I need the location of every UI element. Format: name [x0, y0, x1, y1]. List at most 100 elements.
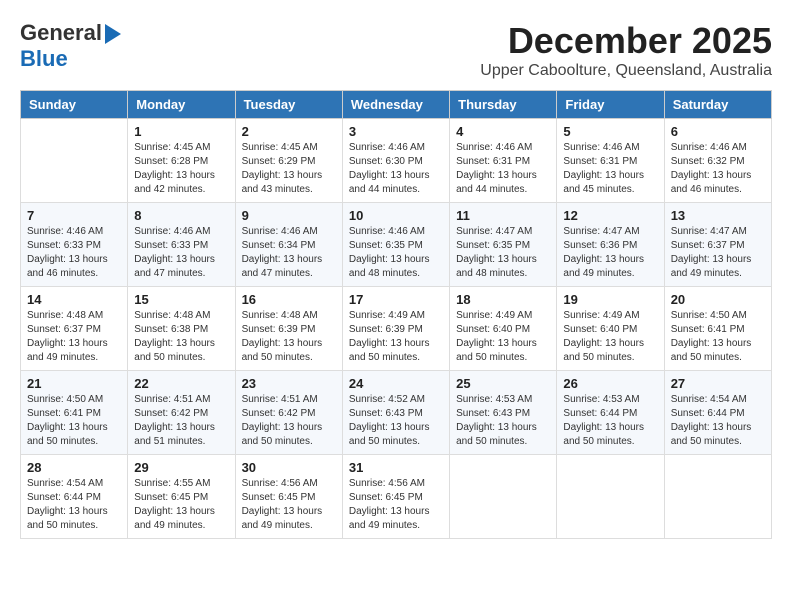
day-number: 5 [563, 124, 657, 139]
day-number: 11 [456, 208, 550, 223]
day-info: Sunrise: 4:45 AM Sunset: 6:28 PM Dayligh… [134, 141, 228, 197]
day-info: Sunrise: 4:49 AM Sunset: 6:39 PM Dayligh… [349, 309, 443, 365]
calendar-day-cell: 28Sunrise: 4:54 AM Sunset: 6:44 PM Dayli… [21, 455, 128, 539]
day-info: Sunrise: 4:55 AM Sunset: 6:45 PM Dayligh… [134, 477, 228, 533]
day-info: Sunrise: 4:46 AM Sunset: 6:31 PM Dayligh… [563, 141, 657, 197]
day-number: 13 [671, 208, 765, 223]
weekday-header: Wednesday [342, 91, 449, 119]
calendar-day-cell [557, 455, 664, 539]
day-info: Sunrise: 4:51 AM Sunset: 6:42 PM Dayligh… [242, 393, 336, 449]
weekday-header: Saturday [664, 91, 771, 119]
weekday-header: Sunday [21, 91, 128, 119]
calendar-day-cell: 16 Sunrise: 4:48 AM Sunset: 6:39 PM Dayli… [235, 287, 342, 371]
day-number: 8 [134, 208, 228, 223]
calendar-day-cell: 14 Sunrise: 4:48 AM Sunset: 6:37 PM Dayli… [21, 287, 128, 371]
day-info: Sunrise: 4:54 AM Sunset: 6:44 PM Dayligh… [671, 393, 765, 449]
day-info: Sunrise: 4:49 AM Sunset: 6:40 PM Dayligh… [563, 309, 657, 365]
calendar-day-cell: 9 Sunrise: 4:46 AM Sunset: 6:34 PM Daylig… [235, 203, 342, 287]
day-number: 16 [242, 292, 336, 307]
calendar-day-cell: 19 Sunrise: 4:49 AM Sunset: 6:40 PM Dayli… [557, 287, 664, 371]
day-info: Sunrise: 4:49 AM Sunset: 6:40 PM Dayligh… [456, 309, 550, 365]
day-info: Sunrise: 4:56 AM Sunset: 6:45 PM Dayligh… [349, 477, 443, 533]
calendar-table: SundayMondayTuesdayWednesdayThursdayFrid… [20, 90, 772, 539]
weekday-header: Monday [128, 91, 235, 119]
day-info: Sunrise: 4:46 AM Sunset: 6:30 PM Dayligh… [349, 141, 443, 197]
calendar-day-cell: 23 Sunrise: 4:51 AM Sunset: 6:42 PM Dayli… [235, 371, 342, 455]
calendar-day-cell: 6Sunrise: 4:46 AM Sunset: 6:32 PM Daylig… [664, 119, 771, 203]
logo-general: General [20, 20, 102, 46]
calendar-day-cell: 27 Sunrise: 4:54 AM Sunset: 6:44 PM Dayli… [664, 371, 771, 455]
weekday-header: Thursday [450, 91, 557, 119]
calendar-day-cell: 22 Sunrise: 4:51 AM Sunset: 6:42 PM Dayli… [128, 371, 235, 455]
day-info: Sunrise: 4:53 AM Sunset: 6:44 PM Dayligh… [563, 393, 657, 449]
day-number: 31 [349, 460, 443, 475]
calendar-week-row: 28Sunrise: 4:54 AM Sunset: 6:44 PM Dayli… [21, 455, 772, 539]
day-info: Sunrise: 4:46 AM Sunset: 6:31 PM Dayligh… [456, 141, 550, 197]
day-info: Sunrise: 4:53 AM Sunset: 6:43 PM Dayligh… [456, 393, 550, 449]
calendar-day-cell: 3 Sunrise: 4:46 AM Sunset: 6:30 PM Daylig… [342, 119, 449, 203]
page-header: General Blue December 2025 Upper Caboolt… [20, 20, 772, 80]
day-number: 26 [563, 376, 657, 391]
calendar-day-cell: 24 Sunrise: 4:52 AM Sunset: 6:43 PM Dayli… [342, 371, 449, 455]
day-number: 21 [27, 376, 121, 391]
day-number: 18 [456, 292, 550, 307]
day-info: Sunrise: 4:46 AM Sunset: 6:35 PM Dayligh… [349, 225, 443, 281]
day-number: 20 [671, 292, 765, 307]
calendar-day-cell: 17 Sunrise: 4:49 AM Sunset: 6:39 PM Dayli… [342, 287, 449, 371]
day-info: Sunrise: 4:48 AM Sunset: 6:38 PM Dayligh… [134, 309, 228, 365]
day-number: 27 [671, 376, 765, 391]
calendar-day-cell: 18 Sunrise: 4:49 AM Sunset: 6:40 PM Dayli… [450, 287, 557, 371]
day-number: 2 [242, 124, 336, 139]
calendar-day-cell: 8Sunrise: 4:46 AM Sunset: 6:33 PM Daylig… [128, 203, 235, 287]
day-number: 10 [349, 208, 443, 223]
logo-arrow-icon [105, 24, 121, 44]
calendar-day-cell: 2Sunrise: 4:45 AM Sunset: 6:29 PM Daylig… [235, 119, 342, 203]
day-info: Sunrise: 4:52 AM Sunset: 6:43 PM Dayligh… [349, 393, 443, 449]
calendar-day-cell [21, 119, 128, 203]
day-info: Sunrise: 4:46 AM Sunset: 6:34 PM Dayligh… [242, 225, 336, 281]
day-info: Sunrise: 4:47 AM Sunset: 6:36 PM Dayligh… [563, 225, 657, 281]
calendar-day-cell: 25 Sunrise: 4:53 AM Sunset: 6:43 PM Dayli… [450, 371, 557, 455]
day-number: 28 [27, 460, 121, 475]
page-title: December 2025 [480, 20, 772, 62]
calendar-day-cell: 29Sunrise: 4:55 AM Sunset: 6:45 PM Dayli… [128, 455, 235, 539]
calendar-header-row: SundayMondayTuesdayWednesdayThursdayFrid… [21, 91, 772, 119]
calendar-day-cell [664, 455, 771, 539]
weekday-header: Friday [557, 91, 664, 119]
calendar-day-cell [450, 455, 557, 539]
day-info: Sunrise: 4:51 AM Sunset: 6:42 PM Dayligh… [134, 393, 228, 449]
calendar-week-row: 1Sunrise: 4:45 AM Sunset: 6:28 PM Daylig… [21, 119, 772, 203]
day-info: Sunrise: 4:48 AM Sunset: 6:37 PM Dayligh… [27, 309, 121, 365]
day-info: Sunrise: 4:56 AM Sunset: 6:45 PM Dayligh… [242, 477, 336, 533]
day-info: Sunrise: 4:50 AM Sunset: 6:41 PM Dayligh… [27, 393, 121, 449]
day-info: Sunrise: 4:46 AM Sunset: 6:32 PM Dayligh… [671, 141, 765, 197]
calendar-week-row: 21 Sunrise: 4:50 AM Sunset: 6:41 PM Dayli… [21, 371, 772, 455]
day-number: 19 [563, 292, 657, 307]
day-number: 7 [27, 208, 121, 223]
calendar-day-cell: 7Sunrise: 4:46 AM Sunset: 6:33 PM Daylig… [21, 203, 128, 287]
day-info: Sunrise: 4:47 AM Sunset: 6:35 PM Dayligh… [456, 225, 550, 281]
day-number: 25 [456, 376, 550, 391]
day-info: Sunrise: 4:48 AM Sunset: 6:39 PM Dayligh… [242, 309, 336, 365]
day-number: 9 [242, 208, 336, 223]
day-number: 23 [242, 376, 336, 391]
calendar-day-cell: 1Sunrise: 4:45 AM Sunset: 6:28 PM Daylig… [128, 119, 235, 203]
calendar-day-cell: 4 Sunrise: 4:46 AM Sunset: 6:31 PM Daylig… [450, 119, 557, 203]
day-number: 14 [27, 292, 121, 307]
calendar-day-cell: 10 Sunrise: 4:46 AM Sunset: 6:35 PM Dayli… [342, 203, 449, 287]
day-number: 12 [563, 208, 657, 223]
calendar-day-cell: 30Sunrise: 4:56 AM Sunset: 6:45 PM Dayli… [235, 455, 342, 539]
logo-blue: Blue [20, 46, 68, 71]
calendar-day-cell: 20 Sunrise: 4:50 AM Sunset: 6:41 PM Dayli… [664, 287, 771, 371]
page-subtitle: Upper Caboolture, Queensland, Australia [480, 62, 772, 80]
day-number: 24 [349, 376, 443, 391]
day-number: 3 [349, 124, 443, 139]
day-number: 4 [456, 124, 550, 139]
day-number: 22 [134, 376, 228, 391]
day-info: Sunrise: 4:50 AM Sunset: 6:41 PM Dayligh… [671, 309, 765, 365]
calendar-day-cell: 5 Sunrise: 4:46 AM Sunset: 6:31 PM Daylig… [557, 119, 664, 203]
calendar-day-cell: 26 Sunrise: 4:53 AM Sunset: 6:44 PM Dayli… [557, 371, 664, 455]
day-number: 15 [134, 292, 228, 307]
calendar-day-cell: 11 Sunrise: 4:47 AM Sunset: 6:35 PM Dayli… [450, 203, 557, 287]
day-number: 17 [349, 292, 443, 307]
